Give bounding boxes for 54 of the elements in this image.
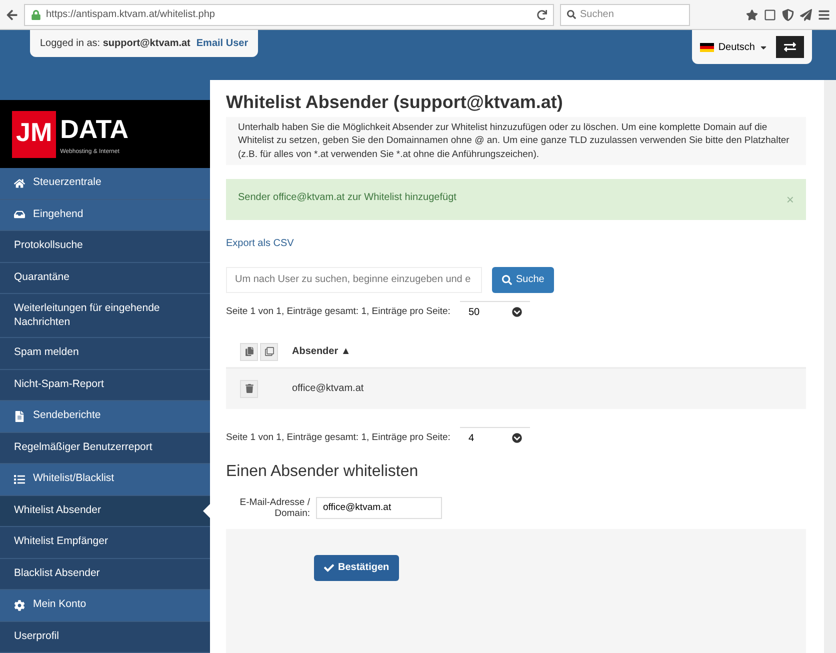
check-icon (324, 562, 334, 573)
reload-icon[interactable] (537, 10, 547, 20)
section-icon (14, 410, 25, 422)
sidebar-item[interactable]: Regelmäßiger Benutzerreport (0, 432, 210, 464)
arrows-icon (784, 41, 796, 53)
page-title: Whitelist Absender (support@ktvam.at) (226, 92, 564, 113)
section-icon (14, 474, 25, 485)
search-field[interactable]: Um nach User zu suchen, beginne einzugeben und e (226, 266, 482, 293)
section-icon (14, 178, 25, 189)
success-alert: Sender office@ktvam.at zur Whitelist hinzugefügt × (226, 178, 806, 220)
back-icon[interactable] (6, 8, 18, 20)
language-dropdown[interactable]: Deutsch (700, 42, 768, 52)
search-icon (502, 274, 512, 285)
email-user-link[interactable]: Email User (196, 38, 248, 49)
per-page-select[interactable]: 50 (460, 300, 530, 323)
field-label: E-Mail-Adresse / Domain: (238, 496, 310, 519)
column-header[interactable]: Absender ▲ (292, 346, 351, 358)
search-icon (567, 10, 576, 19)
per-page-select[interactable]: 4 (460, 426, 530, 449)
pagination-info: Seite 1 von 1, Einträge gesamt: 1, Einträge pro Seite: (226, 306, 450, 318)
sidebar-item[interactable]: Quarantäne (0, 262, 210, 294)
email-field[interactable]: office@ktvam.at (316, 496, 442, 519)
browser-search-field[interactable]: Suchen (560, 4, 690, 26)
switch-button[interactable] (776, 36, 804, 58)
confirm-button[interactable]: Bestätigen (314, 554, 400, 581)
trash-icon[interactable] (240, 380, 258, 398)
chevron-icon (512, 307, 522, 318)
section-icon (14, 600, 25, 611)
login-text: Logged in as: support@ktvam.at (40, 38, 190, 49)
pagination-info: Seite 1 von 1, Einträge gesamt: 1, Einträge pro Seite: (226, 432, 450, 444)
clone-icon[interactable] (260, 342, 278, 361)
sidebar-item[interactable]: Blacklist Absender (0, 558, 210, 590)
sidebar-section[interactable]: Eingehend (0, 200, 210, 231)
intro-text: Unterhalb haben Sie die Möglichkeit Absender zur Whitelist hinzuzufügen oder zu löschen. Um eine komplette Domain auf die Whitelist zu setzen, geben Sie den Domainnamen ohne @ an. Um eine ganze TLD zuzulassen verwenden Sie bitte den Platzhalter (z.B. für alles von *.at verwenden Sie *.at ohne die Anführungszeichen). (226, 117, 806, 165)
sidebar-section[interactable]: Whitelist/Blacklist (0, 464, 210, 496)
sidebar-item[interactable]: Userprofil (0, 622, 210, 653)
form-title: Einen Absender whitelisten (226, 462, 420, 481)
send-icon[interactable] (800, 8, 812, 20)
sidebar-section[interactable]: Steuerzentrale (0, 168, 210, 200)
copy-icon[interactable] (240, 342, 258, 361)
sidebar-item[interactable]: Whitelist Absender (0, 496, 210, 527)
sidebar-section[interactable]: Sendeberichte (0, 401, 210, 432)
chevron-icon (512, 433, 522, 444)
table-cell: office@ktvam.at (292, 383, 364, 394)
sidebar-item[interactable]: Nicht-Spam-Report (0, 370, 210, 401)
lock-icon (31, 10, 41, 20)
search-button[interactable]: Suche (492, 266, 554, 293)
export-link[interactable]: Export als CSV (226, 238, 806, 249)
star-icon[interactable] (746, 8, 758, 20)
menu-icon[interactable] (818, 8, 830, 20)
sidebar-section[interactable]: Mein Konto (0, 590, 210, 622)
section-icon (14, 209, 25, 220)
shield-icon[interactable] (782, 8, 794, 20)
address-bar[interactable]: https://antispam.ktvam.at/whitelist.php (24, 4, 554, 26)
